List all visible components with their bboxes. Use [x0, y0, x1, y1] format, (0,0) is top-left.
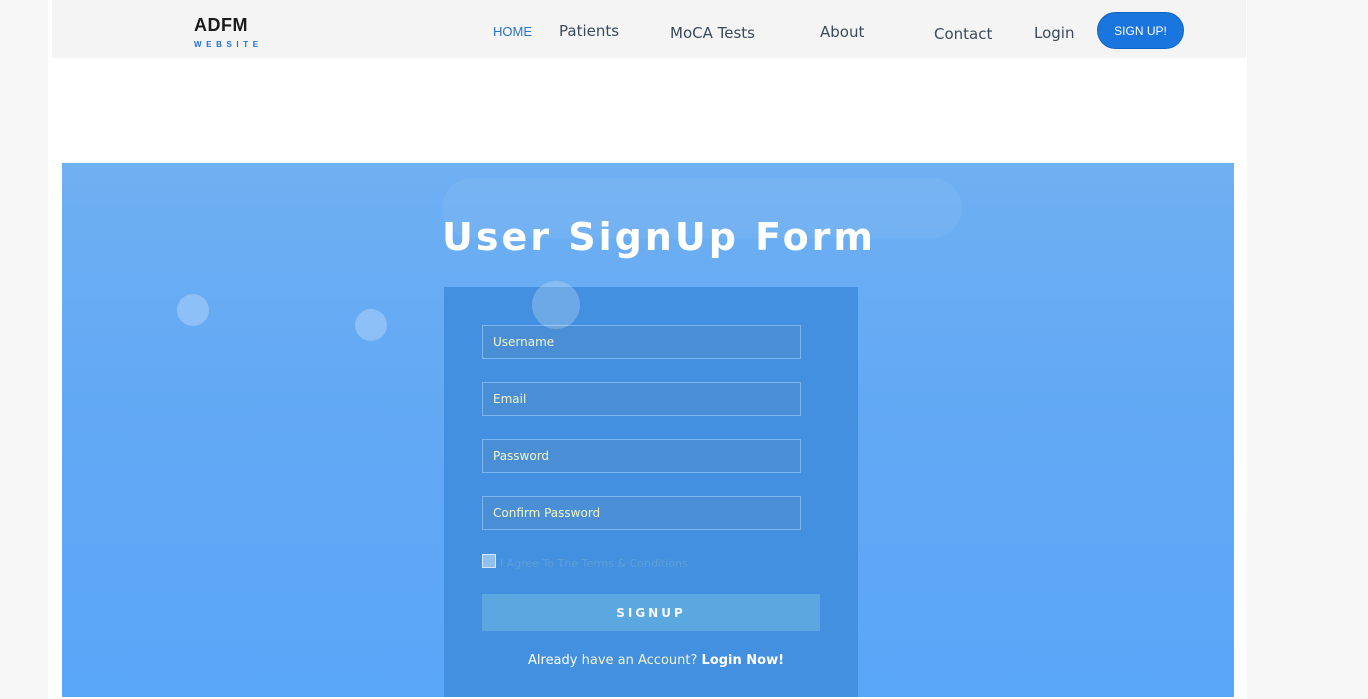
brand-logo[interactable]: ADFM WEBSITE — [194, 15, 263, 49]
signup-submit-button[interactable]: SIGNUP — [482, 594, 820, 631]
signup-form-panel: Username Email Password Confirm Password… — [444, 287, 858, 697]
signup-hero: User SignUp Form Username Email Password… — [62, 163, 1234, 697]
decorative-bubble — [177, 294, 209, 326]
login-prompt: Already have an Account? Login Now! — [528, 653, 784, 668]
decorative-bubble — [355, 309, 387, 341]
login-now-link[interactable]: Login Now! — [702, 653, 785, 668]
nav-patients-link[interactable]: Patients — [559, 22, 619, 40]
username-input[interactable]: Username — [482, 325, 801, 359]
terms-checkbox[interactable] — [482, 554, 496, 568]
nav-login-link[interactable]: Login — [1034, 24, 1074, 42]
nav-about-link[interactable]: About — [820, 23, 864, 41]
login-prompt-already: Already — [528, 653, 578, 668]
login-prompt-have-account: have an Account? — [581, 653, 698, 668]
email-input[interactable]: Email — [482, 382, 801, 416]
nav-signup-button[interactable]: SIGN UP! — [1097, 12, 1184, 49]
form-title: User SignUp Form — [442, 215, 877, 259]
nav-home-link[interactable]: HOME — [493, 24, 532, 39]
terms-agreement: I Agree To The Terms & Conditions — [482, 554, 688, 570]
brand-subtitle: WEBSITE — [194, 40, 263, 49]
nav-moca-tests-link[interactable]: MoCA Tests — [670, 24, 755, 42]
confirm-password-input[interactable]: Confirm Password — [482, 496, 801, 530]
decorative-bubble — [532, 281, 580, 329]
terms-label: I Agree To The Terms & Conditions — [500, 556, 688, 570]
brand-name: ADFM — [194, 15, 248, 35]
nav-contact-link[interactable]: Contact — [934, 25, 992, 43]
password-input[interactable]: Password — [482, 439, 801, 473]
